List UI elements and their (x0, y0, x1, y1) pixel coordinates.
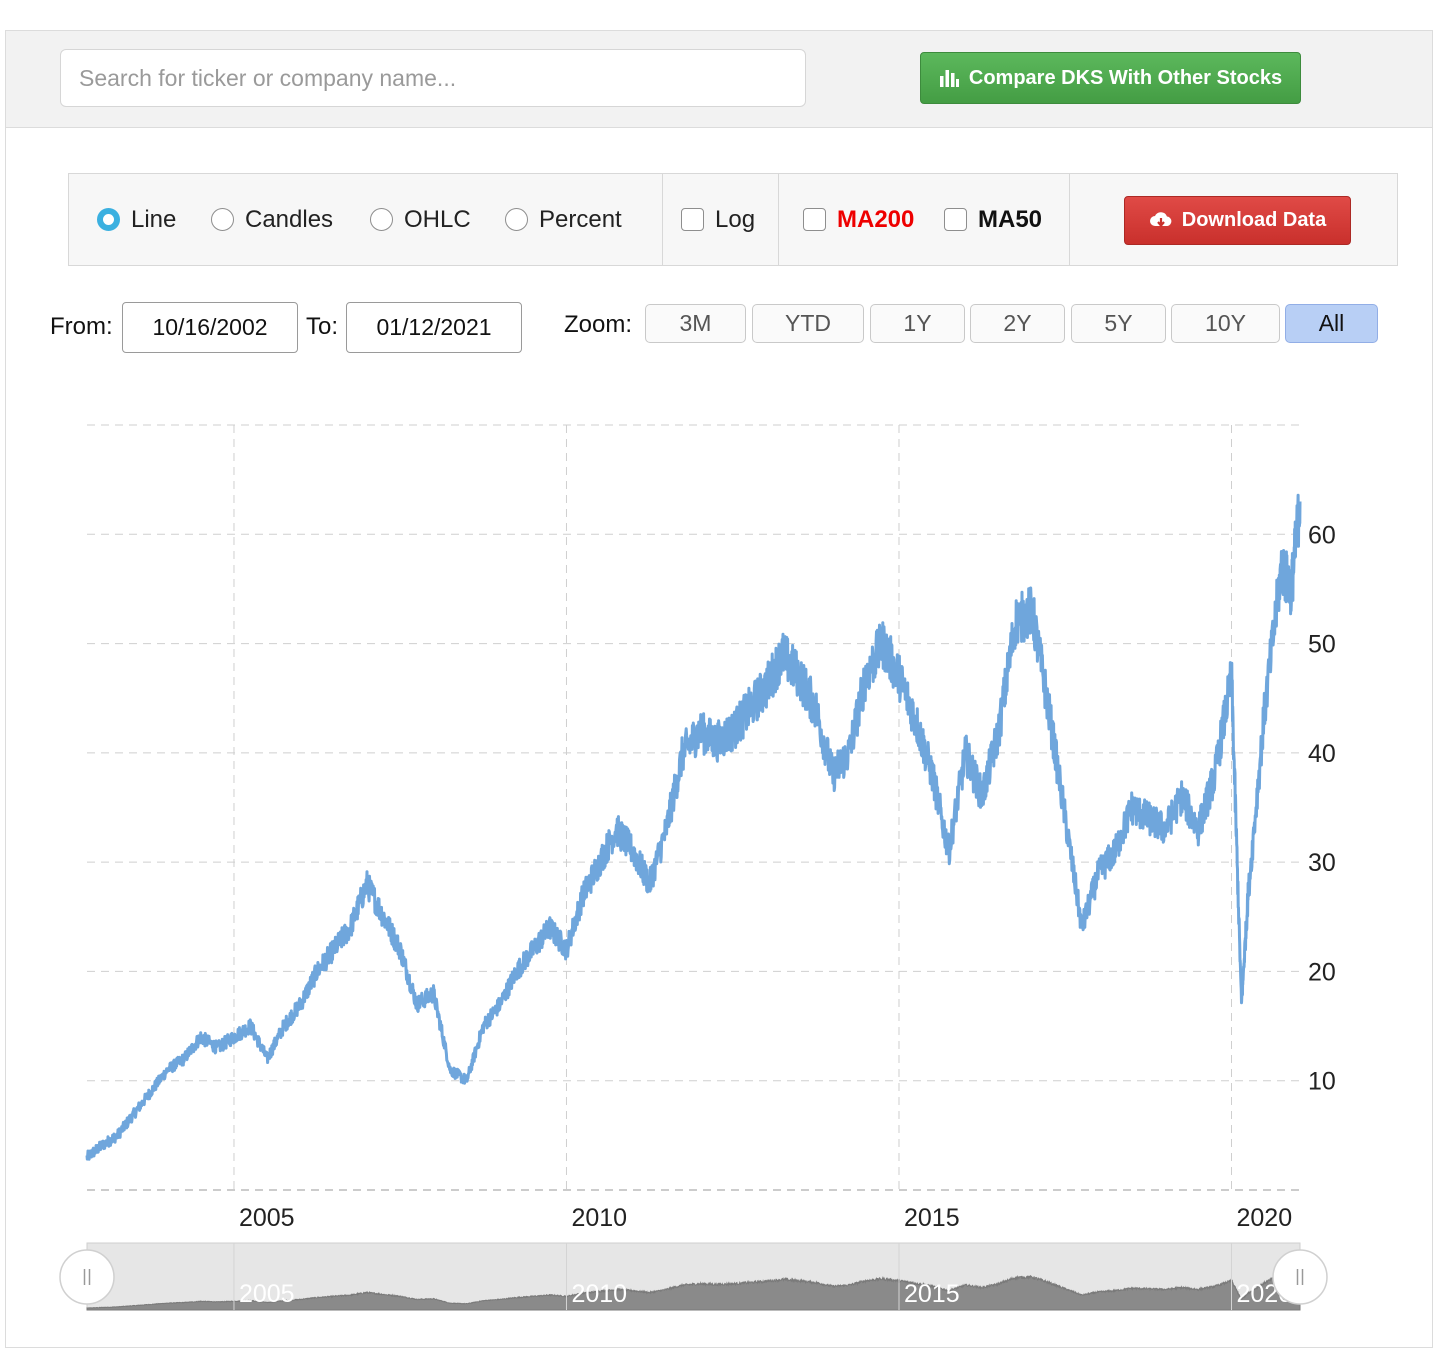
toolbar-divider (662, 174, 663, 265)
radio-ohlc[interactable] (370, 208, 393, 231)
from-date-input[interactable] (122, 302, 298, 353)
compare-button-label: Compare DKS With Other Stocks (968, 66, 1283, 89)
zoom-all-button[interactable]: All (1285, 304, 1378, 343)
radio-line[interactable] (97, 208, 120, 231)
radio-candles[interactable] (211, 208, 234, 231)
log-label: Log (715, 205, 756, 233)
to-date-input[interactable] (346, 302, 522, 353)
chart-type-candles[interactable]: Candles (211, 174, 333, 265)
from-label: From: (50, 313, 113, 340)
chart-type-ohlc-label: OHLC (404, 205, 471, 233)
zoom-5y-button[interactable]: 5Y (1071, 304, 1166, 343)
search-input[interactable] (60, 49, 806, 107)
cloud-download-icon (1149, 211, 1172, 227)
ma50-label: MA50 (978, 205, 1043, 233)
ma200-checkbox[interactable] (803, 208, 826, 231)
zoom-3m-button[interactable]: 3M (645, 304, 746, 343)
zoom-label: Zoom: (564, 311, 633, 338)
zoom-ytd-button[interactable]: YTD (752, 304, 864, 343)
bar-chart-icon (939, 70, 959, 87)
zoom-10y-button[interactable]: 10Y (1171, 304, 1280, 343)
log-checkbox[interactable] (681, 208, 704, 231)
ma200-label: MA200 (837, 205, 915, 233)
compare-button[interactable]: Compare DKS With Other Stocks (920, 52, 1301, 104)
ma50-option[interactable]: MA50 (944, 174, 1042, 265)
chart-type-percent-label: Percent (539, 205, 622, 233)
radio-percent[interactable] (505, 208, 528, 231)
ma50-checkbox[interactable] (944, 208, 967, 231)
chart-type-line[interactable]: Line (97, 174, 176, 265)
ma200-option[interactable]: MA200 (803, 174, 914, 265)
toolbar-divider (1069, 174, 1070, 265)
download-data-button[interactable]: Download Data (1124, 196, 1351, 245)
chart-type-percent[interactable]: Percent (505, 174, 622, 265)
chart-type-line-label: Line (131, 205, 177, 233)
zoom-1y-button[interactable]: 1Y (870, 304, 965, 343)
download-data-label: Download Data (1181, 209, 1327, 231)
toolbar-divider (778, 174, 779, 265)
to-label: To: (306, 313, 339, 340)
chart-type-ohlc[interactable]: OHLC (370, 174, 471, 265)
chart-type-candles-label: Candles (245, 205, 334, 233)
log-option[interactable]: Log (681, 174, 755, 265)
zoom-2y-button[interactable]: 2Y (970, 304, 1065, 343)
